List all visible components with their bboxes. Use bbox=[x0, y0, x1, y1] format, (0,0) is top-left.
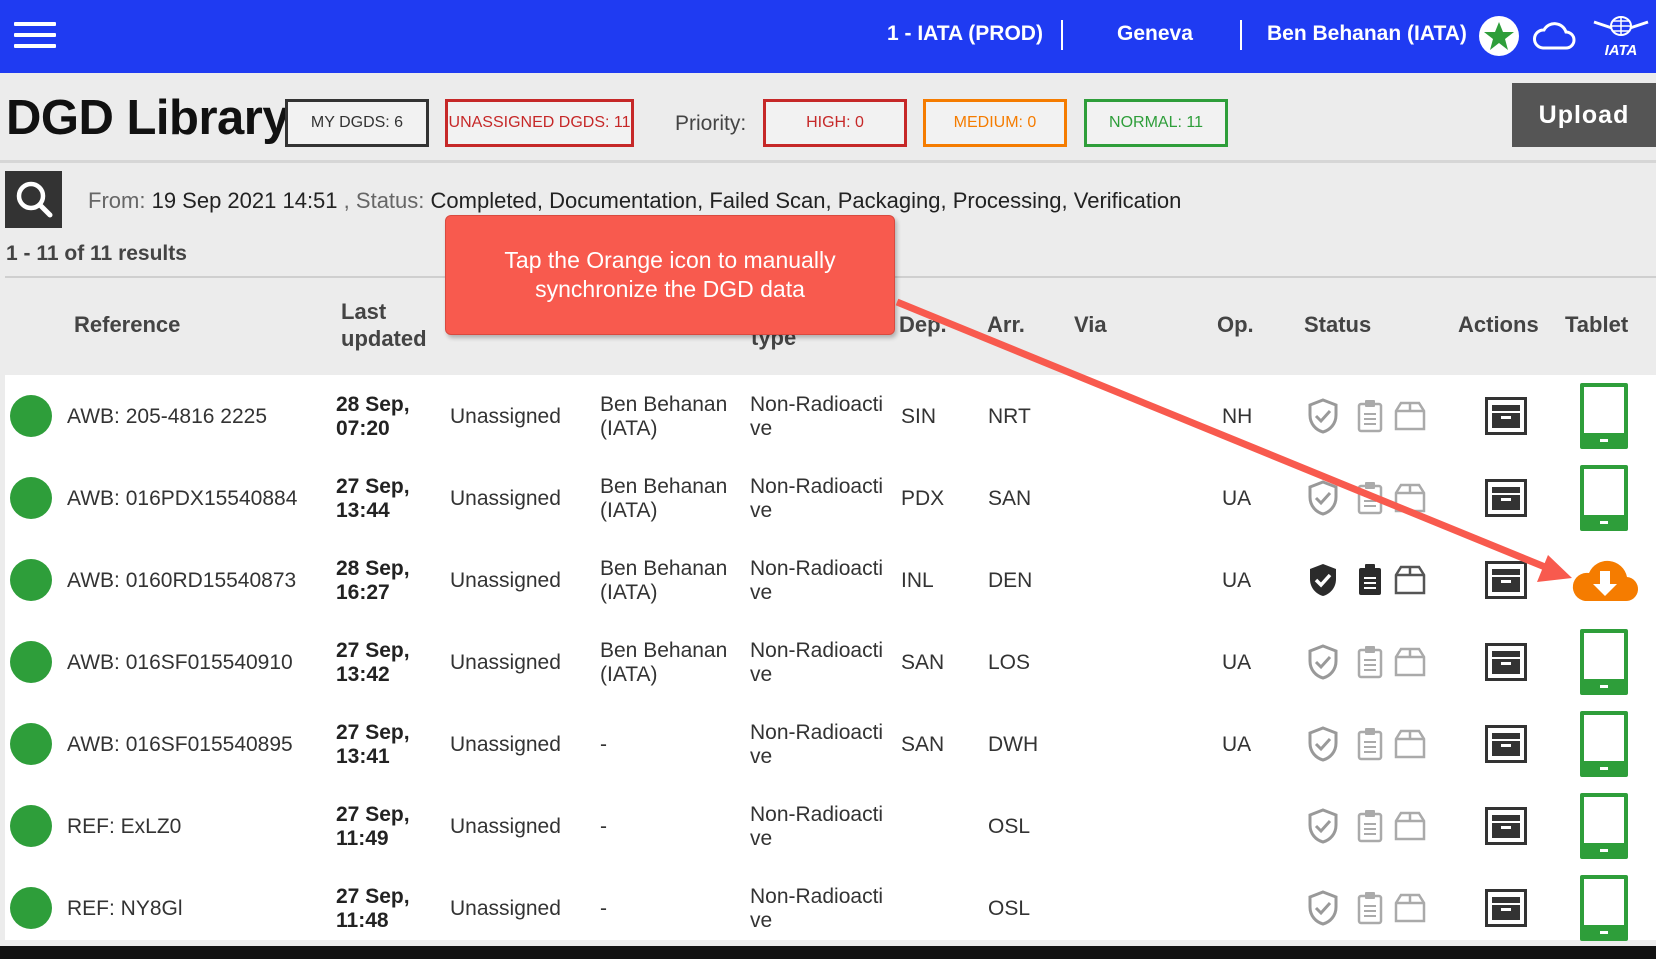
callout-arrow bbox=[895, 298, 1572, 582]
bottom-edge bbox=[0, 946, 1656, 959]
